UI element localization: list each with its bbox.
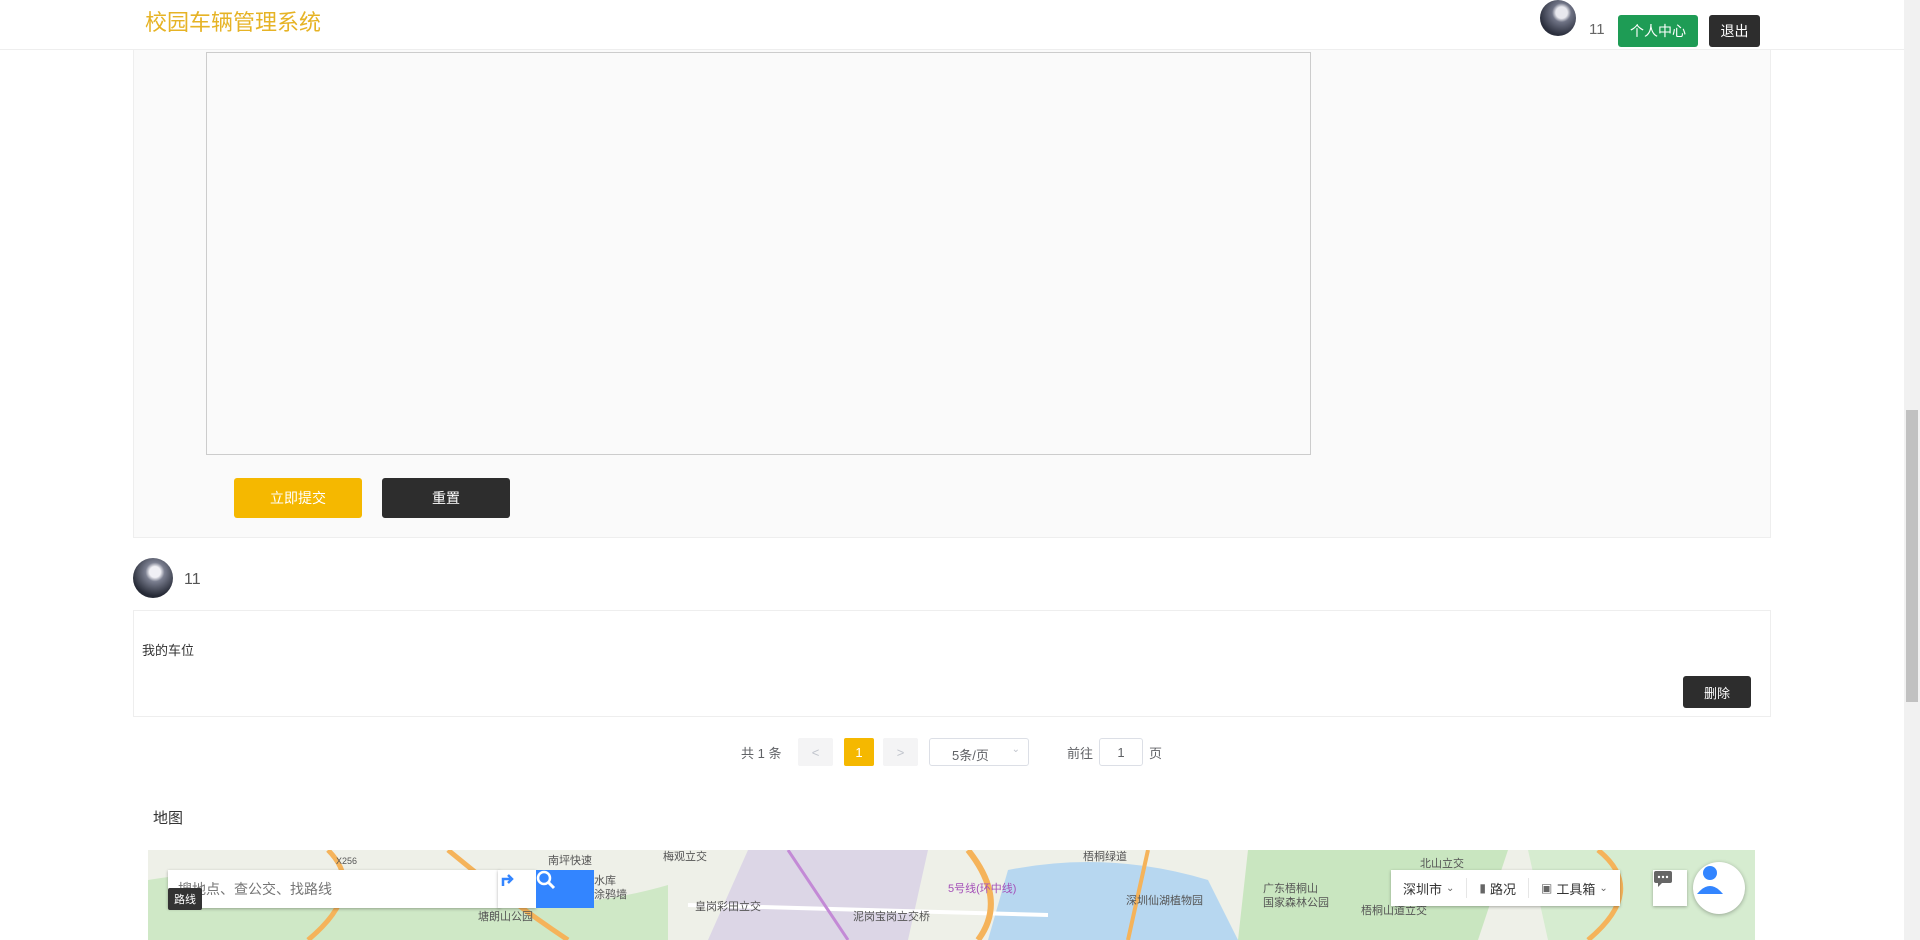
- toolbox-menu[interactable]: ▣ 工具箱 ⌄: [1529, 878, 1620, 898]
- map-label: 梅观立交: [663, 851, 707, 863]
- user-avatar[interactable]: [1540, 0, 1576, 36]
- delete-button[interactable]: 删除: [1683, 676, 1751, 708]
- map-heading: 地图: [153, 810, 184, 827]
- map-label: 泥岗宝岗立交桥: [853, 911, 930, 923]
- header-username: 11: [1589, 21, 1605, 38]
- comment-item: [133, 610, 1771, 717]
- page-number-button[interactable]: 1: [844, 738, 874, 766]
- toolbox-label: 工具箱: [1556, 881, 1596, 897]
- map-user-button[interactable]: [1693, 862, 1745, 914]
- map-label: 北山立交: [1420, 858, 1464, 870]
- scrollbar-thumb[interactable]: [1906, 410, 1918, 702]
- map-search-box: [168, 870, 500, 908]
- traffic-toggle[interactable]: ▮ 路况: [1467, 878, 1530, 898]
- comment-editor[interactable]: [206, 52, 1311, 455]
- page-suffix: 页: [1149, 746, 1163, 761]
- map-toolbar: 深圳市 ⌄ ▮ 路况 ▣ 工具箱 ⌄: [1391, 870, 1620, 906]
- map-label: 涂鸦墙: [594, 889, 627, 901]
- route-icon: [501, 874, 514, 886]
- search-icon: [536, 870, 556, 890]
- map-label: X256: [336, 856, 358, 866]
- site-title[interactable]: 校园车辆管理系统: [145, 5, 321, 37]
- page-size-select[interactable]: 5条/页 ⌄: [929, 738, 1029, 766]
- toolbox-icon: ▣: [1541, 881, 1553, 895]
- reset-button[interactable]: 重置: [382, 478, 510, 518]
- top-navbar: 校园车辆管理系统 11 个人中心 退出: [0, 0, 1904, 50]
- comment-avatar: [133, 558, 173, 598]
- chevron-down-icon: ⌄: [1599, 882, 1608, 894]
- city-label: 深圳市: [1403, 881, 1443, 897]
- map-label: 5号线(环中线): [948, 883, 1017, 895]
- message-button[interactable]: [1653, 870, 1687, 906]
- comment-username: 11: [184, 571, 201, 588]
- city-select[interactable]: 深圳市 ⌄: [1391, 878, 1468, 898]
- logout-button[interactable]: 退出: [1709, 15, 1760, 47]
- route-tooltip: 路线: [168, 888, 202, 910]
- next-page-button[interactable]: >: [883, 738, 918, 766]
- message-icon: [1654, 871, 1672, 887]
- pagination-total: 共 1 条: [741, 746, 782, 761]
- chevron-down-icon: ⌄: [1011, 744, 1020, 755]
- comment-text: 我的车位: [142, 643, 195, 658]
- map-search-input[interactable]: [178, 870, 478, 908]
- map-search-button[interactable]: [536, 870, 594, 908]
- submit-button[interactable]: 立即提交: [234, 478, 362, 518]
- map-label: 皇岗彩田立交: [695, 901, 761, 913]
- goto-label: 前往: [1067, 746, 1094, 761]
- goto-page-input[interactable]: [1099, 738, 1143, 766]
- traffic-light-icon: ▮: [1479, 881, 1487, 895]
- page: 校园车辆管理系统 11 个人中心 退出 立即提交 重置 11 我的车位 删除 共…: [0, 0, 1920, 940]
- personal-center-button[interactable]: 个人中心: [1618, 15, 1698, 47]
- user-icon: [1697, 866, 1723, 894]
- chevron-down-icon: ⌄: [1446, 882, 1455, 894]
- map-view[interactable]: 南坪快速 梅观立交 水库 涂鸦墙 塘朗山公园 皇岗彩田立交 泥岗宝岗立交桥 5号…: [148, 850, 1755, 940]
- map-label: 深圳仙湖植物园: [1126, 895, 1203, 907]
- map-label: 塘朗山公园: [478, 911, 533, 923]
- map-label: 梧桐绿道: [1083, 851, 1127, 863]
- prev-page-button[interactable]: <: [798, 738, 833, 766]
- map-label: 南坪快速: [548, 855, 592, 867]
- page-size-value: 5条/页: [952, 748, 989, 763]
- traffic-label: 路况: [1490, 881, 1517, 897]
- map-label: 国家森林公园: [1263, 897, 1329, 909]
- route-button[interactable]: [498, 870, 536, 908]
